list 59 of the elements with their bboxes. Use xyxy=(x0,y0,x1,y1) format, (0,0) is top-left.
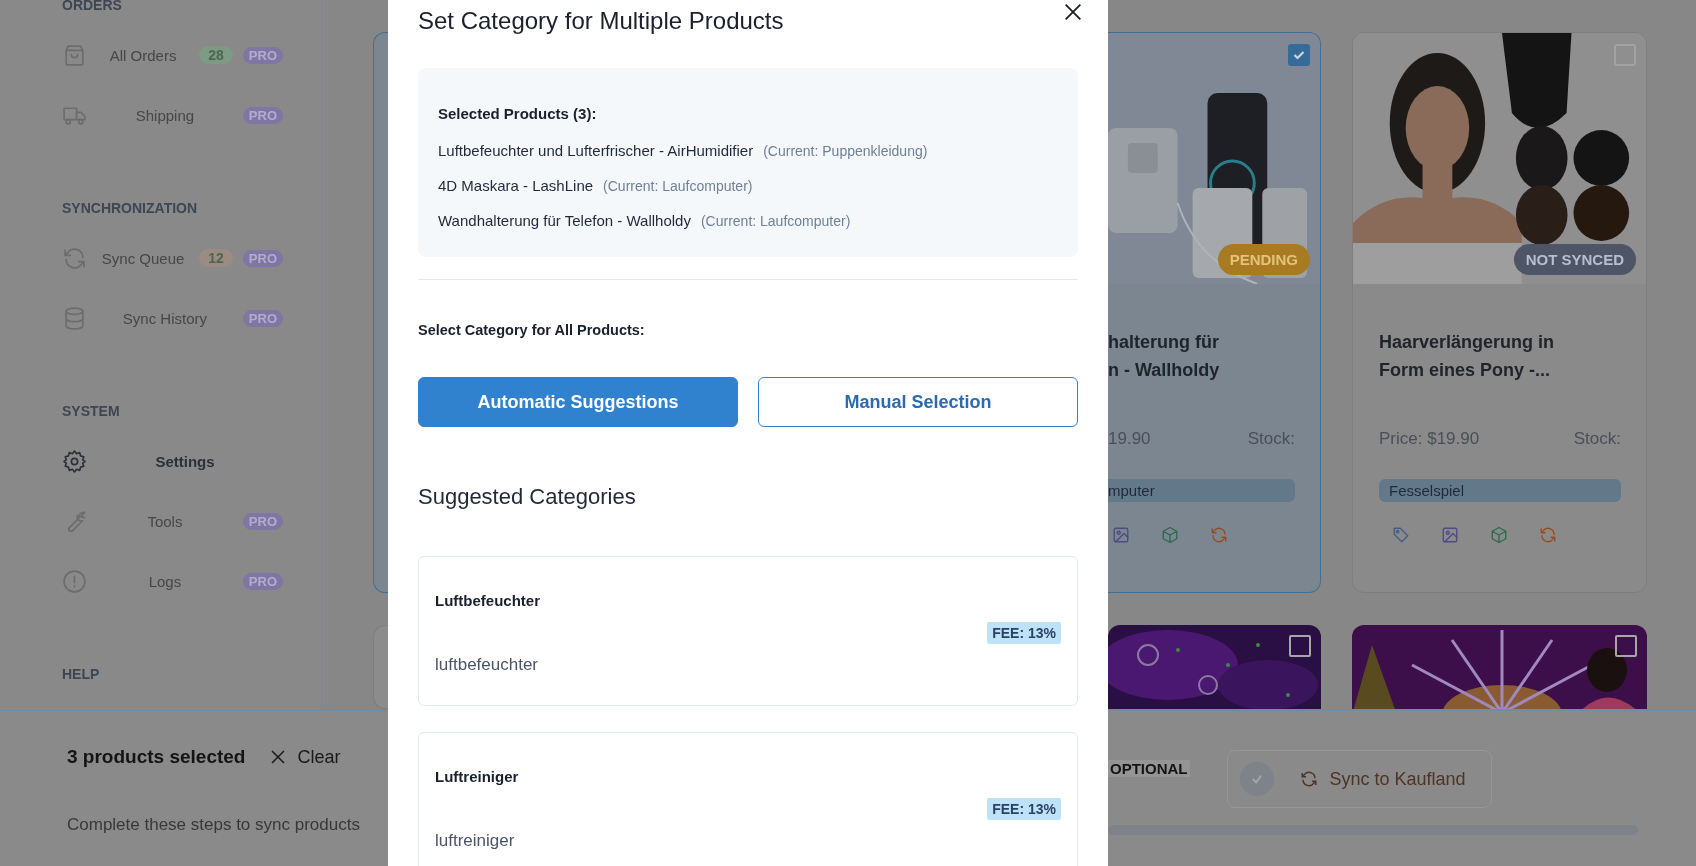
category-option[interactable]: Luftbefeuchter FEE: 13% luftbefeuchter xyxy=(418,556,1078,706)
panel-heading: Selected Products (3): xyxy=(438,104,598,124)
mode-tab[interactable]: Manual Selection xyxy=(758,377,1078,427)
x-icon xyxy=(269,748,288,766)
fee-badge: FEE: 13% xyxy=(987,798,1061,820)
category-tag: Fesselspiel xyxy=(1379,479,1621,502)
step-label: OPTIONAL xyxy=(1108,760,1190,777)
status-badge: PENDING xyxy=(1217,244,1310,275)
check-circle-icon xyxy=(1239,762,1274,796)
sync-icon xyxy=(1299,770,1318,788)
fee-badge: FEE: 13% xyxy=(987,622,1061,644)
stock-label: Stock: xyxy=(1573,429,1621,449)
cube-icon[interactable] xyxy=(1161,526,1179,544)
section-heading: SYSTEM xyxy=(62,402,121,421)
product-name: 4D Maskara - LashLine xyxy=(438,177,594,194)
selection-count: 3 products selected xyxy=(67,746,246,768)
section-label: Select Category for All Products: xyxy=(418,321,646,340)
clear-button[interactable]: Clear xyxy=(269,746,341,768)
checkbox[interactable] xyxy=(1288,44,1310,66)
sync-icon[interactable] xyxy=(1210,526,1228,544)
sidebar-item[interactable]: Settings xyxy=(62,431,283,491)
product-card[interactable]: NOT SYNCED Haarverlängerung in Form eines Pony -... Price: $19.90 Stock: Fesselspiel xyxy=(1352,32,1647,593)
product-title: halterung für n - Wallholdy xyxy=(1108,331,1221,382)
section-heading: Suggested Categories xyxy=(418,483,637,511)
price-text: 19.90 xyxy=(1108,429,1151,449)
checkbox[interactable] xyxy=(1289,635,1311,657)
count-badge: 12 xyxy=(199,249,233,267)
section-heading: SYNCHRONIZATION xyxy=(62,199,199,218)
sync-icon xyxy=(62,245,87,271)
modal-title: Set Category for Multiple Products xyxy=(418,6,784,36)
tag-icon[interactable] xyxy=(1392,526,1410,544)
current-category: (Current: Laufcomputer) xyxy=(700,212,851,229)
close-icon[interactable] xyxy=(1062,1,1084,23)
shopping-bag-icon xyxy=(62,42,87,68)
status-badge: NOT SYNCED xyxy=(1513,244,1636,275)
category-tag: mputer xyxy=(1108,479,1295,502)
product-card[interactable]: PENDING halterung für n - Wallholdy 19.90 Stock: mputer xyxy=(1108,32,1321,593)
section-heading: ORDERS xyxy=(62,0,123,15)
settings-icon xyxy=(62,448,87,474)
checkbox[interactable] xyxy=(1615,635,1637,657)
current-category: (Current: Puppenkleidung) xyxy=(763,142,928,159)
image-icon[interactable] xyxy=(1441,526,1459,544)
product-card[interactable] xyxy=(373,625,388,709)
hint-text: Complete these steps to sync products xyxy=(67,815,361,835)
section-heading: HELP xyxy=(62,665,101,684)
mode-tab[interactable]: Automatic Suggestions xyxy=(418,377,738,427)
product-name: Wandhalterung für Telefon - Wallholdy xyxy=(438,212,691,229)
category-option[interactable]: Luftreiniger FEE: 13% luftreiniger xyxy=(418,732,1078,866)
price-text: Price: $19.90 xyxy=(1379,429,1480,449)
current-category: (Current: Laufcomputer) xyxy=(603,177,753,194)
database-icon xyxy=(62,305,87,331)
product-card[interactable] xyxy=(373,32,388,593)
sync-icon[interactable] xyxy=(1539,526,1557,544)
image-icon[interactable] xyxy=(1112,526,1130,544)
alert-icon xyxy=(62,568,87,594)
product-name: Luftbefeuchter und Lufterfrischer - AirHumidifier xyxy=(438,142,754,159)
product-title: Haarverlängerung in Form eines Pony -... xyxy=(1379,331,1556,382)
stock-label: Stock: xyxy=(1247,429,1295,449)
cube-icon[interactable] xyxy=(1490,526,1508,544)
